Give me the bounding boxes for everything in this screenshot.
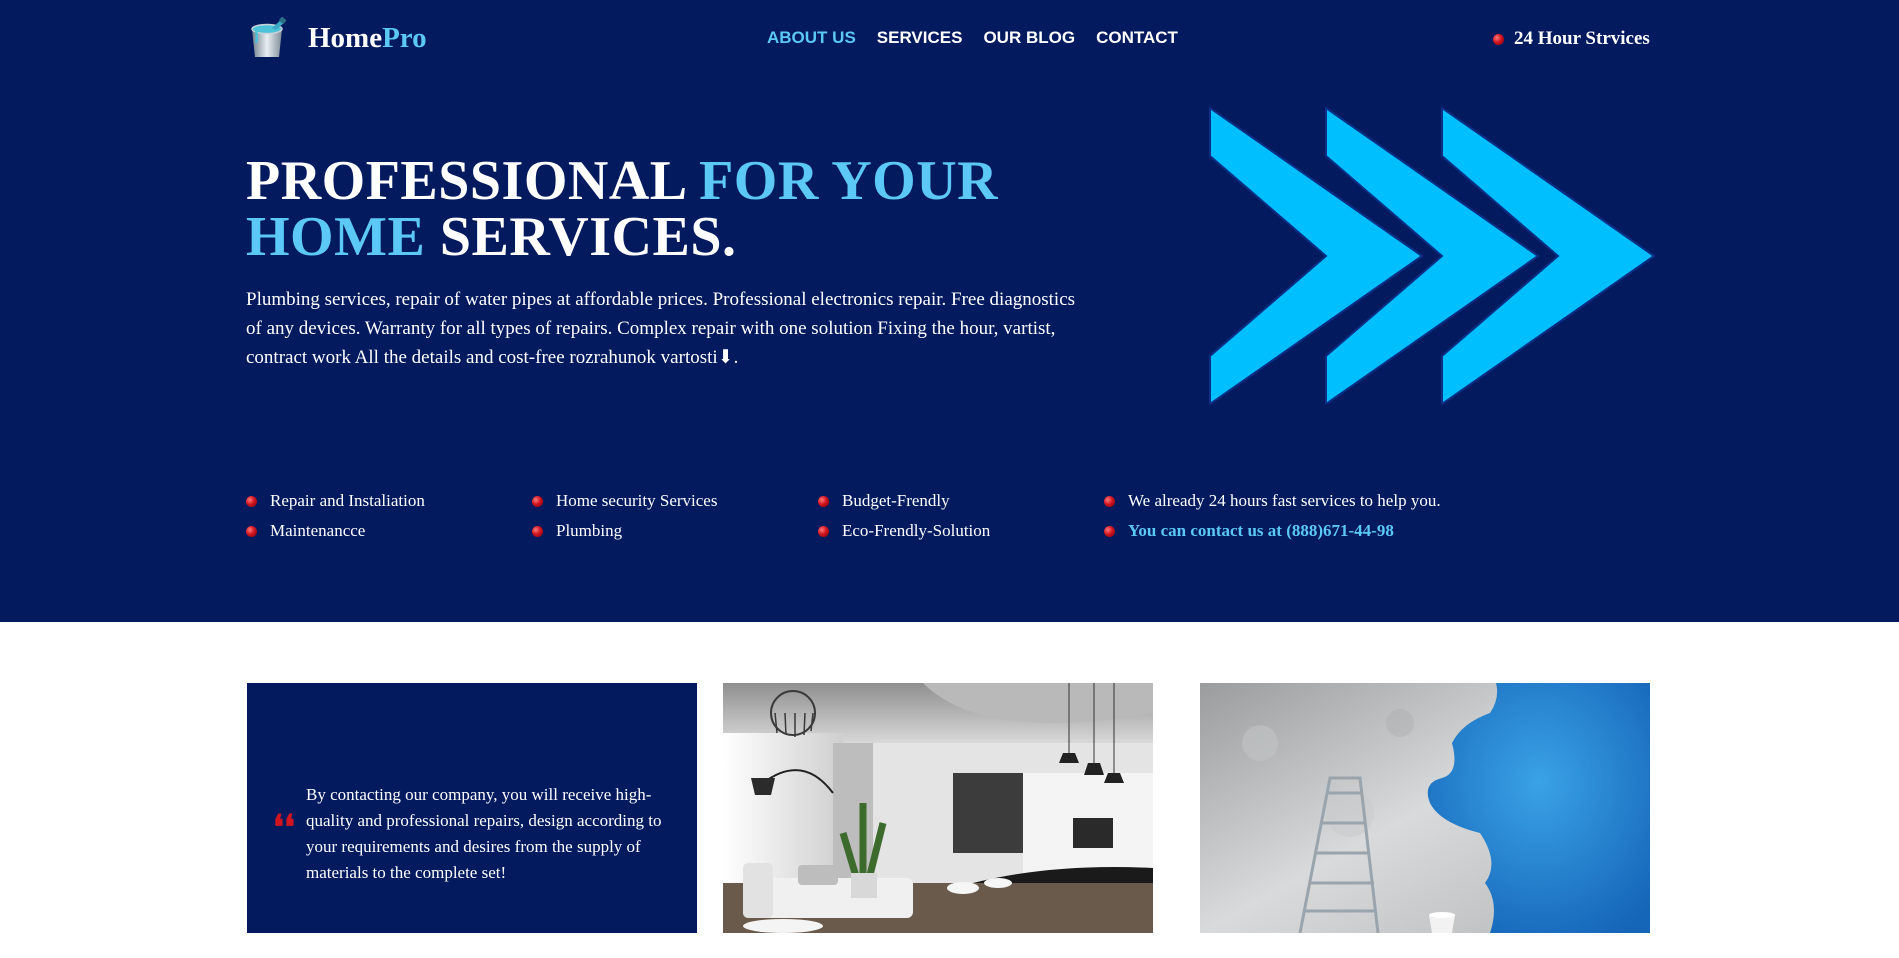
- bullet-dot-icon: [818, 495, 829, 507]
- feature-item: Maintenancce: [246, 516, 532, 546]
- feature-column: We already 24 hours fast services to hel…: [1104, 486, 1504, 546]
- feature-column: Repair and Instaliation Maintenancce: [246, 486, 532, 546]
- headline-part-1: PROFESSIONAL: [246, 150, 700, 212]
- feature-label: Home security Services: [556, 491, 718, 510]
- hotline[interactable]: 24 Hour Strvices: [1493, 27, 1650, 51]
- nav-our-blog[interactable]: OUR BLOG: [983, 28, 1075, 48]
- feature-column: Budget-Frendly Eco-Frendly-Solution: [818, 486, 1104, 546]
- headline-part-4: SERVICES.: [425, 206, 737, 268]
- quote-card: ❛❛ By contacting our company, you will r…: [247, 683, 697, 933]
- bullet-dot-icon: [532, 525, 543, 537]
- headline-part-3: HOME: [246, 206, 426, 268]
- contact-phone-link[interactable]: You can contact us at (888)671-44-98: [1104, 516, 1504, 546]
- bullet-dot-icon: [1104, 525, 1115, 537]
- feature-item: Eco-Frendly-Solution: [818, 516, 1104, 546]
- nav-contact[interactable]: CONTACT: [1096, 28, 1178, 48]
- brand-pro: Pro: [382, 22, 427, 54]
- headline-part-2: FOR YOUR: [699, 150, 999, 212]
- feature-item: Budget-Frendly: [818, 486, 1104, 516]
- feature-list: Repair and Instaliation Maintenancce Hom…: [246, 486, 1504, 546]
- feature-item: Repair and Instaliation: [246, 486, 532, 516]
- modern-interior-image: [723, 683, 1153, 933]
- hotline-label: 24 Hour Strvices: [1514, 28, 1650, 49]
- feature-label: Repair and Instaliation: [270, 491, 425, 510]
- feature-column: Home security Services Plumbing: [532, 486, 818, 546]
- brand-name: HomePro: [308, 17, 427, 59]
- feature-item: Home security Services: [532, 486, 818, 516]
- hero-headline: PROFESSIONAL FOR YOUR HOME SERVICES.: [246, 153, 1066, 265]
- bullet-dot-icon: [246, 495, 257, 507]
- nav-services[interactable]: SERVICES: [877, 28, 963, 48]
- feature-label: Eco-Frendly-Solution: [842, 521, 991, 540]
- bullet-dot-icon: [246, 525, 257, 537]
- feature-label: We already 24 hours fast services to hel…: [1128, 491, 1441, 510]
- hero-section: HomePro ABOUT US SERVICES OUR BLOG CONTA…: [0, 0, 1899, 622]
- feature-item: We already 24 hours fast services to hel…: [1104, 486, 1504, 516]
- nav-about-us[interactable]: ABOUT US: [767, 28, 856, 48]
- bullet-dot-icon: [1493, 33, 1504, 45]
- hero-intro: Plumbing services, repair of water pipes…: [246, 289, 1076, 368]
- quote-text: By contacting our company, you will rece…: [306, 785, 662, 882]
- contact-phone-label: You can contact us at (888)671-44-98: [1128, 521, 1394, 540]
- feature-label: Plumbing: [556, 521, 623, 540]
- paint-bucket-icon: [251, 17, 287, 57]
- bullet-dot-icon: [818, 525, 829, 537]
- brand-logo[interactable]: HomePro: [246, 17, 427, 59]
- bullet-dot-icon: [532, 495, 543, 507]
- main-nav: ABOUT US SERVICES OUR BLOG CONTACT: [767, 28, 1199, 48]
- brand-home: Home: [308, 22, 383, 54]
- feature-label: Maintenancce: [270, 521, 366, 540]
- feature-item: Plumbing: [532, 516, 818, 546]
- bullet-dot-icon: [1104, 495, 1115, 507]
- painting-wall-image: [1200, 683, 1650, 933]
- feature-label: Budget-Frendly: [842, 491, 950, 510]
- quote-icon: ❛❛: [273, 808, 295, 848]
- triple-chevron-arrows-icon: [1209, 106, 1656, 404]
